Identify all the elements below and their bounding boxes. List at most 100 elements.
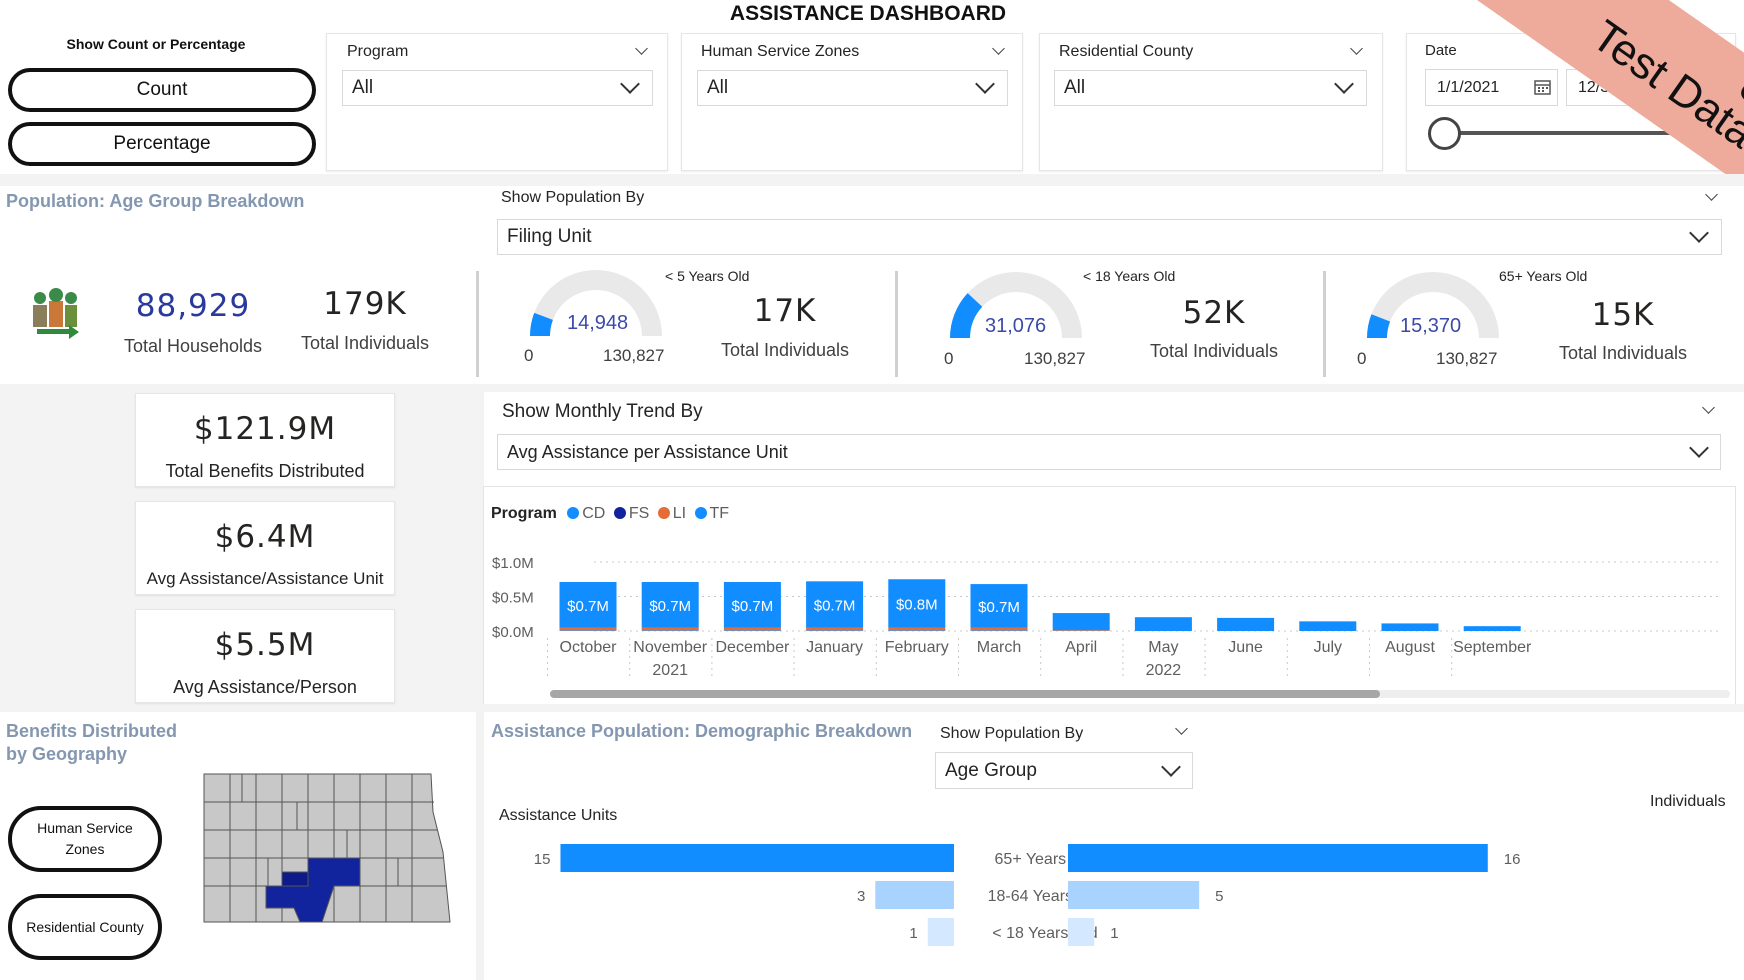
- county-label: Residential County: [1059, 43, 1194, 60]
- demographic-show-by-label: Show Population By: [940, 725, 1084, 742]
- program-label: Program: [347, 43, 409, 60]
- x-year-label: 2022: [1146, 662, 1182, 679]
- bar-segment-fs[interactable]: [970, 630, 1028, 631]
- x-tick-label: November: [633, 639, 707, 656]
- bar-segment-li[interactable]: [888, 627, 946, 631]
- bar-segment-tf[interactable]: [1052, 613, 1110, 631]
- bar-value-right: 5: [1215, 888, 1223, 905]
- chevron-down-icon: [1689, 223, 1709, 243]
- population-title: Population: Age Group Breakdown: [6, 191, 305, 211]
- county-slicer: Residential County All: [1039, 33, 1383, 171]
- population-show-by-dropdown[interactable]: Filing Unit: [497, 219, 1722, 255]
- chevron-down-icon: [1689, 438, 1709, 458]
- divider-1: [476, 271, 479, 377]
- county-collapse-icon[interactable]: [1350, 42, 1363, 55]
- bar-segment-tf[interactable]: [1381, 623, 1439, 631]
- chart-legend: Program CD FS LI TF: [491, 505, 729, 523]
- bar-segment-li[interactable]: [723, 627, 781, 631]
- demographic-butterfly-chart: 15 65+ Years Old 163 18-64 Years Old 51 < 18 …: [534, 844, 1521, 946]
- bar-segment-tf[interactable]: [1463, 626, 1521, 631]
- bar-segment-tf[interactable]: [1299, 621, 1357, 631]
- chart-scrollbar-thumb[interactable]: [550, 690, 1380, 698]
- gauge-under5-kpi: 17K: [753, 293, 817, 329]
- bar-assistance-units[interactable]: [927, 918, 954, 946]
- x-tick-label: August: [1385, 639, 1435, 656]
- x-tick-label: March: [977, 639, 1021, 656]
- demographic-show-by-dropdown[interactable]: Age Group: [935, 752, 1193, 789]
- zones-dropdown[interactable]: All: [697, 70, 1008, 106]
- program-value: All: [352, 77, 374, 98]
- legend-item-tf[interactable]: TF: [694, 505, 729, 522]
- bar-segment-fs[interactable]: [806, 630, 864, 631]
- x-tick-label: January: [806, 639, 863, 656]
- bar-segment-li[interactable]: [806, 627, 864, 631]
- county-dropdown[interactable]: All: [1054, 70, 1367, 106]
- bar-segment-fs[interactable]: [559, 630, 617, 631]
- demographic-title: Assistance Population: Demographic Break…: [491, 721, 913, 741]
- bar-segment-fs[interactable]: [888, 630, 946, 631]
- zones-value: All: [707, 77, 729, 98]
- bar-assistance-units[interactable]: [875, 881, 954, 909]
- zones-label: Human Service Zones: [701, 43, 860, 60]
- bar-segment-tf[interactable]: [1217, 617, 1275, 631]
- gauge-under5-value: 14,948: [567, 312, 629, 334]
- legend-item-cd[interactable]: CD: [567, 505, 605, 522]
- avg-person-label: Avg Assistance/Person: [173, 677, 357, 697]
- bar-segment-tf[interactable]: [1134, 617, 1192, 631]
- x-tick-label: October: [560, 639, 618, 656]
- gauge-under5-min: 0: [524, 346, 534, 365]
- zones-map-button[interactable]: Human Service Zones: [8, 806, 162, 872]
- bar-value-right: 16: [1504, 851, 1521, 868]
- legend-item-li[interactable]: LI: [657, 505, 686, 522]
- calendar-icon[interactable]: [1534, 79, 1551, 95]
- bar-assistance-units[interactable]: [560, 844, 954, 872]
- trend-show-by-dropdown[interactable]: Avg Assistance per Assistance Unit: [497, 434, 1721, 470]
- x-tick-label: May: [1148, 639, 1178, 656]
- bar-data-label: $0.8M: [896, 596, 938, 613]
- bar-segment-li[interactable]: [559, 627, 617, 631]
- county-value: All: [1064, 77, 1086, 98]
- total-benefits-value: $121.9M: [193, 411, 337, 447]
- household-icon: [33, 288, 79, 339]
- legend-item-fs[interactable]: FS: [613, 505, 650, 522]
- count-button[interactable]: Count: [8, 68, 316, 112]
- demographic-left-title: Assistance Units: [499, 807, 618, 824]
- dashboard-title: ASSISTANCE DASHBOARD: [729, 2, 1007, 25]
- gauge-under5-kpi-label: Total Individuals: [720, 340, 850, 360]
- bar-value-right: 1: [1110, 925, 1118, 942]
- bar-segment-li[interactable]: [641, 627, 699, 631]
- total-households-value: 88,929: [135, 288, 251, 324]
- bar-individuals[interactable]: [1068, 844, 1488, 872]
- legend-dot-fs: [613, 507, 626, 519]
- date-slider-start-handle[interactable]: [1428, 117, 1461, 150]
- gauge-under18-kpi: 52K: [1182, 295, 1246, 331]
- program-dropdown[interactable]: All: [342, 70, 653, 106]
- total-individuals-value: 179K: [323, 286, 407, 322]
- county-map[interactable]: [202, 772, 452, 924]
- date-start-input[interactable]: 1/1/2021: [1425, 69, 1558, 106]
- demographic-right-title: Individuals: [1650, 793, 1726, 810]
- gauge-65plus-max: 130,827: [1436, 349, 1498, 368]
- zones-collapse-icon[interactable]: [992, 42, 1005, 55]
- legend-label-fs: FS: [628, 505, 650, 522]
- bar-value-left: 15: [534, 851, 551, 868]
- bar-individuals[interactable]: [1068, 881, 1200, 909]
- program-slicer: Program All: [326, 33, 668, 171]
- county-map-button[interactable]: Residential County: [8, 894, 162, 960]
- chevron-down-icon: [1334, 74, 1354, 94]
- program-collapse-icon[interactable]: [635, 42, 648, 55]
- x-tick-label: April: [1065, 639, 1097, 656]
- bar-segment-li[interactable]: [1052, 630, 1110, 631]
- bar-data-label: $0.7M: [567, 598, 609, 615]
- x-tick-label: September: [1453, 639, 1532, 656]
- chevron-down-icon: [975, 74, 995, 94]
- bar-individuals[interactable]: [1068, 918, 1095, 946]
- avg-person-value: $5.5M: [214, 627, 316, 663]
- bar-segment-fs[interactable]: [723, 630, 781, 631]
- gauge-under5-title: < 5 Years Old: [665, 268, 750, 284]
- percentage-button[interactable]: Percentage: [8, 122, 316, 166]
- bar-segment-li[interactable]: [970, 627, 1028, 631]
- bar-value-left: 1: [909, 925, 917, 942]
- bar-segment-fs[interactable]: [641, 630, 699, 631]
- gauge-65plus-title: 65+ Years Old: [1499, 268, 1588, 284]
